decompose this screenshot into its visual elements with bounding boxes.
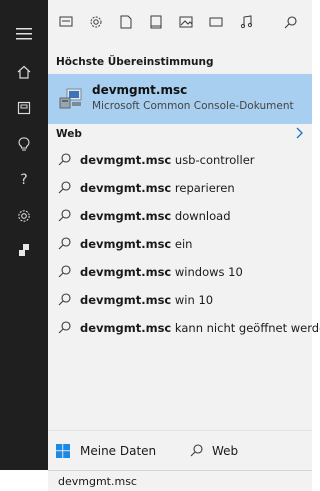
search-input[interactable]: devmgmt.msc bbox=[48, 470, 312, 491]
suggestion-completion: windows 10 bbox=[171, 265, 243, 279]
tab-web-label: Web bbox=[212, 444, 239, 458]
suggestion-query: devmgmt.msc bbox=[80, 181, 172, 195]
search-icon bbox=[190, 444, 204, 458]
search-icon bbox=[58, 209, 71, 227]
web-suggestion-item[interactable]: devmgmt.msc win 10 bbox=[48, 288, 312, 312]
suggestion-completion: reparieren bbox=[171, 181, 235, 195]
windows-logo-icon bbox=[56, 444, 70, 458]
search-icon bbox=[58, 181, 71, 199]
lightbulb-icon[interactable] bbox=[0, 124, 48, 164]
search-icon bbox=[58, 321, 71, 339]
web-suggestion-text: devmgmt.msc windows 10 bbox=[80, 265, 243, 279]
suggestion-query: devmgmt.msc bbox=[80, 265, 172, 279]
suggestion-completion: win 10 bbox=[171, 293, 214, 307]
web-suggestion-text: devmgmt.msc download bbox=[80, 209, 231, 223]
suggestion-completion: usb-controller bbox=[171, 153, 255, 167]
best-match-subtitle: Microsoft Common Console-Dokument bbox=[92, 100, 294, 112]
search-results-panel: Höchste Übereinstimmung devmgmt.msc Micr… bbox=[48, 0, 320, 471]
notebook-icon[interactable] bbox=[0, 88, 48, 128]
help-icon[interactable]: ? bbox=[0, 160, 48, 200]
suggestion-query: devmgmt.msc bbox=[80, 153, 172, 167]
filter-toolbar bbox=[48, 0, 312, 44]
chevron-right-icon[interactable] bbox=[296, 126, 304, 142]
hamburger-icon[interactable] bbox=[0, 14, 48, 54]
search-icon bbox=[58, 293, 71, 311]
suggestion-query: devmgmt.msc bbox=[80, 321, 172, 335]
taskbar-gap bbox=[0, 470, 48, 490]
scope-tabs: Meine Daten Web bbox=[48, 430, 312, 471]
file-icon[interactable] bbox=[146, 12, 166, 32]
search-icon[interactable] bbox=[280, 12, 300, 32]
web-suggestion-item[interactable]: devmgmt.msc download bbox=[48, 204, 312, 228]
settings-icon[interactable] bbox=[86, 12, 106, 32]
suggestion-completion: kann nicht geöffnet werden bbox=[171, 321, 320, 335]
tab-my-data[interactable]: Meine Daten bbox=[56, 431, 156, 471]
document-icon[interactable] bbox=[116, 12, 136, 32]
web-suggestion-text: devmgmt.msc win 10 bbox=[80, 293, 213, 307]
web-suggestion-item[interactable]: devmgmt.msc usb-controller bbox=[48, 148, 312, 172]
search-icon bbox=[58, 237, 71, 255]
web-heading: Web bbox=[56, 128, 82, 140]
home-icon[interactable] bbox=[0, 52, 48, 92]
web-suggestion-item[interactable]: devmgmt.msc reparieren bbox=[48, 176, 312, 200]
web-suggestion-text: devmgmt.msc kann nicht geöffnet werden bbox=[80, 321, 320, 335]
music-icon[interactable] bbox=[236, 12, 256, 32]
suggestion-completion: download bbox=[171, 209, 231, 223]
search-input-value: devmgmt.msc bbox=[58, 475, 137, 488]
search-icon bbox=[58, 265, 71, 283]
suggestion-completion: ein bbox=[171, 237, 193, 251]
web-suggestion-text: devmgmt.msc reparieren bbox=[80, 181, 235, 195]
web-suggestion-item[interactable]: devmgmt.msc kann nicht geöffnet werden bbox=[48, 316, 320, 340]
best-match-result[interactable]: devmgmt.msc Microsoft Common Console-Dok… bbox=[48, 74, 312, 124]
tab-my-data-label: Meine Daten bbox=[80, 444, 157, 458]
app-list-icon[interactable] bbox=[56, 12, 76, 32]
suggestion-query: devmgmt.msc bbox=[80, 293, 172, 307]
search-icon bbox=[58, 153, 71, 171]
web-suggestion-item[interactable]: devmgmt.msc ein bbox=[48, 232, 312, 256]
left-rail: ? bbox=[0, 0, 48, 470]
image-icon[interactable] bbox=[176, 12, 196, 32]
tab-web[interactable]: Web bbox=[190, 431, 238, 471]
web-suggestion-item[interactable]: devmgmt.msc windows 10 bbox=[48, 260, 312, 284]
video-icon[interactable] bbox=[206, 12, 226, 32]
user-icon[interactable] bbox=[0, 230, 48, 270]
web-suggestion-text: devmgmt.msc ein bbox=[80, 237, 192, 251]
web-suggestion-text: devmgmt.msc usb-controller bbox=[80, 153, 255, 167]
device-manager-icon bbox=[58, 85, 84, 111]
suggestion-query: devmgmt.msc bbox=[80, 237, 172, 251]
best-match-title: devmgmt.msc bbox=[92, 83, 188, 97]
suggestion-query: devmgmt.msc bbox=[80, 209, 172, 223]
best-match-heading: Höchste Übereinstimmung bbox=[56, 56, 214, 68]
